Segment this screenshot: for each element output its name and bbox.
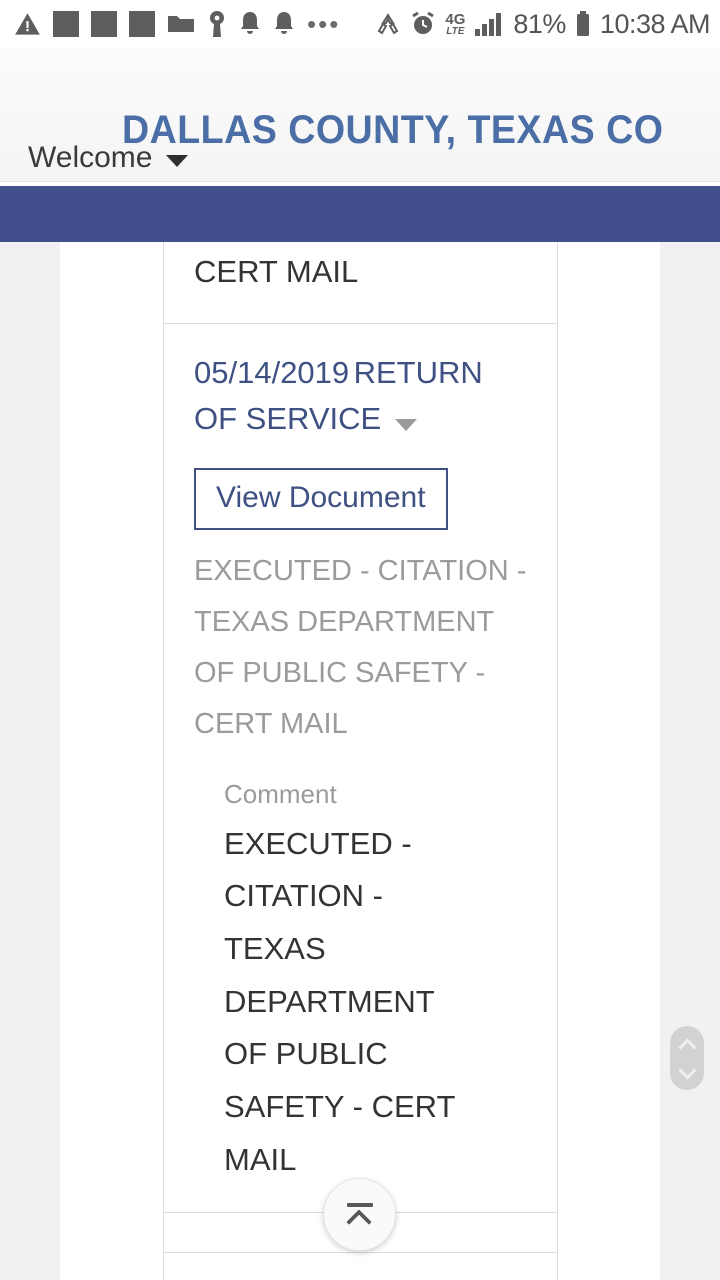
chevron-up-icon bbox=[680, 1038, 694, 1052]
clock-time-label: 10:38 AM bbox=[599, 8, 711, 39]
app-square-icon-1 bbox=[53, 11, 79, 37]
comment-label: Comment bbox=[224, 778, 337, 809]
network-generation-label: 4G bbox=[445, 10, 466, 28]
alarm-clock-icon bbox=[410, 11, 436, 37]
notification-bell-icon-1 bbox=[239, 11, 261, 37]
event-description: EXECUTED - CITATION - TEXAS DEPARTMENT O… bbox=[194, 554, 527, 740]
status-bar: ••• 4G LTE 81% 10:38 AM bbox=[0, 0, 720, 48]
previous-row-text: CERT MAIL bbox=[194, 254, 359, 289]
network-type-label: LTE bbox=[446, 25, 465, 37]
data-saver-icon bbox=[375, 12, 401, 36]
battery-percent-label: 81% bbox=[513, 8, 566, 39]
table-row-previous: CERT MAIL bbox=[164, 242, 557, 324]
comment-value: EXECUTED - CITATION - TEXAS DEPARTMENT O… bbox=[224, 825, 455, 1177]
status-bar-right-icons: 4G LTE 81% 10:38 AM bbox=[375, 9, 720, 40]
warning-triangle-icon bbox=[14, 11, 41, 38]
welcome-menu[interactable]: Welcome bbox=[0, 134, 720, 181]
fast-scroll-handle[interactable] bbox=[670, 1026, 704, 1090]
app-square-icon-3 bbox=[129, 11, 155, 37]
more-dots-icon: ••• bbox=[307, 9, 341, 39]
view-document-button[interactable]: View Document bbox=[194, 467, 448, 530]
notification-bell-icon-2 bbox=[273, 11, 295, 37]
comment-block: Comment EXECUTED - CITATION - TEXAS DEPA… bbox=[194, 778, 527, 1187]
welcome-menu-label: Welcome bbox=[28, 141, 153, 174]
table-row: 05/14/2019 RETURN OF SERVICE View Docume… bbox=[164, 324, 557, 1214]
status-bar-left-icons: ••• bbox=[0, 10, 340, 38]
event-date: 05/14/2019 bbox=[194, 354, 350, 390]
chevron-down-icon bbox=[166, 155, 189, 167]
chevron-down-icon bbox=[680, 1064, 694, 1078]
folder-icon bbox=[167, 12, 195, 36]
chevron-down-icon[interactable] bbox=[395, 418, 418, 431]
page-body: CERT MAIL 05/14/2019 RETURN OF SERVICE V… bbox=[0, 242, 720, 1280]
content-panel: CERT MAIL 05/14/2019 RETURN OF SERVICE V… bbox=[60, 242, 660, 1280]
scroll-to-top-button[interactable] bbox=[323, 1178, 396, 1251]
primary-nav-bar[interactable] bbox=[0, 186, 720, 242]
case-events-table: CERT MAIL 05/14/2019 RETURN OF SERVICE V… bbox=[163, 242, 558, 1280]
network-4g-lte-icon: 4G LTE bbox=[445, 12, 465, 37]
event-heading[interactable]: 05/14/2019 RETURN OF SERVICE bbox=[194, 350, 527, 442]
app-header: DALLAS COUNTY, TEXAS CO Welcome bbox=[0, 48, 720, 182]
scroll-to-top-icon bbox=[343, 1201, 377, 1235]
signal-bars-icon bbox=[474, 11, 504, 37]
battery-icon bbox=[575, 10, 591, 38]
key-icon bbox=[207, 10, 227, 38]
app-square-icon-2 bbox=[91, 11, 117, 37]
